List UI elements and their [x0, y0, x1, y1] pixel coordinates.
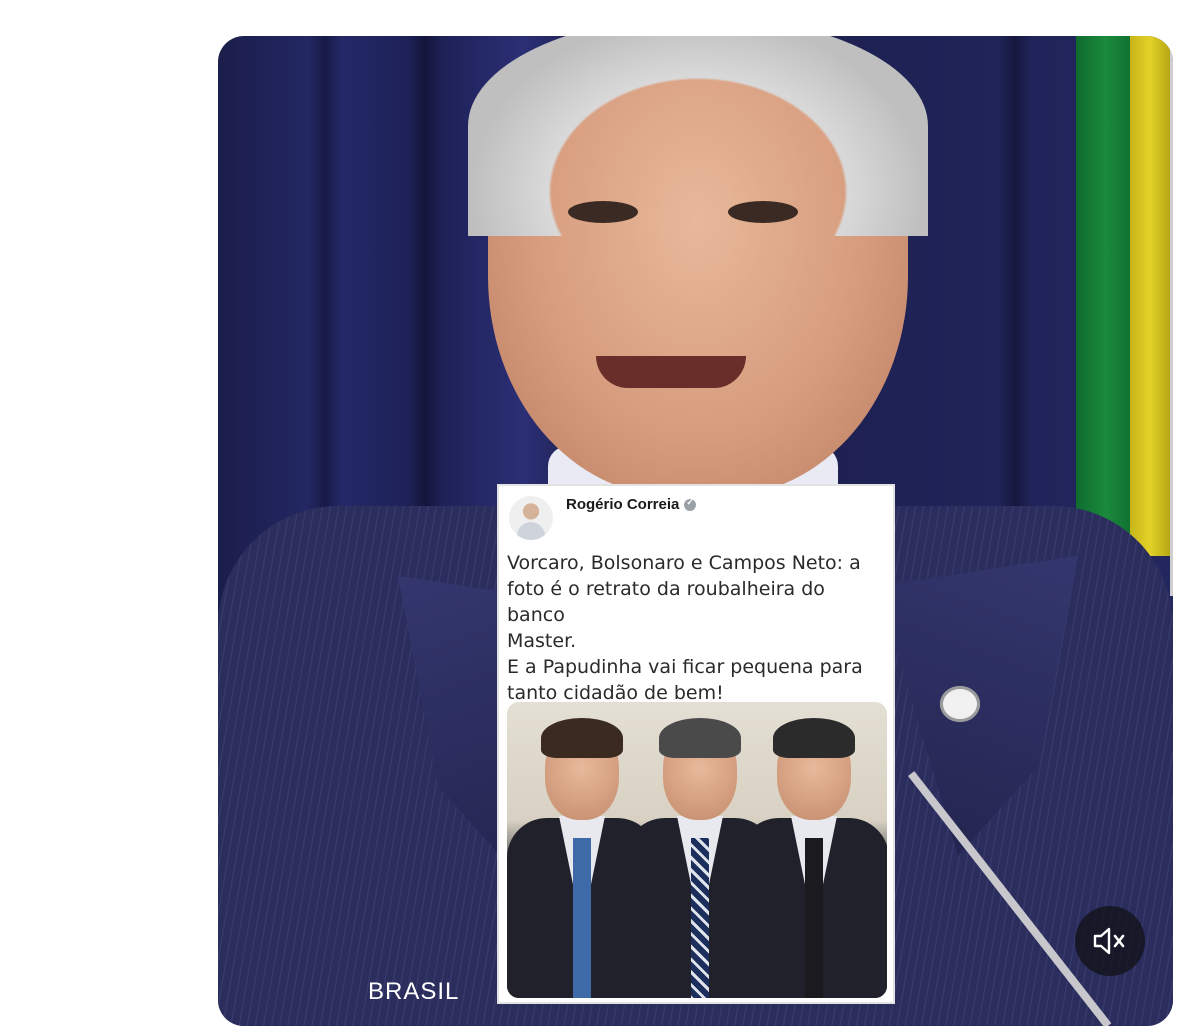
channel-watermark: BRASIL	[368, 978, 460, 1005]
speaker-eye-right	[728, 201, 798, 223]
flag-yellow	[1130, 36, 1170, 556]
tweet-author: Rogério Correia	[566, 496, 697, 513]
speaker-mouth	[596, 356, 746, 388]
embedded-tweet-screenshot: Rogério Correia Vorcaro, Bolsonaro e Cam…	[497, 484, 895, 1004]
verified-badge-icon	[684, 497, 697, 512]
person-tie	[573, 838, 591, 998]
speaker-muted-icon	[1093, 927, 1125, 955]
person-hair	[773, 718, 855, 758]
person-tie	[805, 838, 823, 998]
speaker-hair	[468, 36, 928, 236]
flag-pole	[1170, 36, 1173, 596]
tweet-author-name: Rogério Correia	[566, 496, 680, 513]
tweet-photo	[507, 702, 887, 998]
person-tie	[691, 838, 709, 998]
unmute-button[interactable]	[1075, 906, 1145, 976]
avatar	[509, 496, 553, 540]
speaker-eye-left	[568, 201, 638, 223]
lapel-pin	[940, 686, 980, 722]
tweet-body: Vorcaro, Bolsonaro e Campos Neto: a foto…	[507, 552, 863, 704]
photo-person-right	[739, 708, 887, 998]
person-hair	[541, 718, 623, 758]
person-hair	[659, 718, 741, 758]
